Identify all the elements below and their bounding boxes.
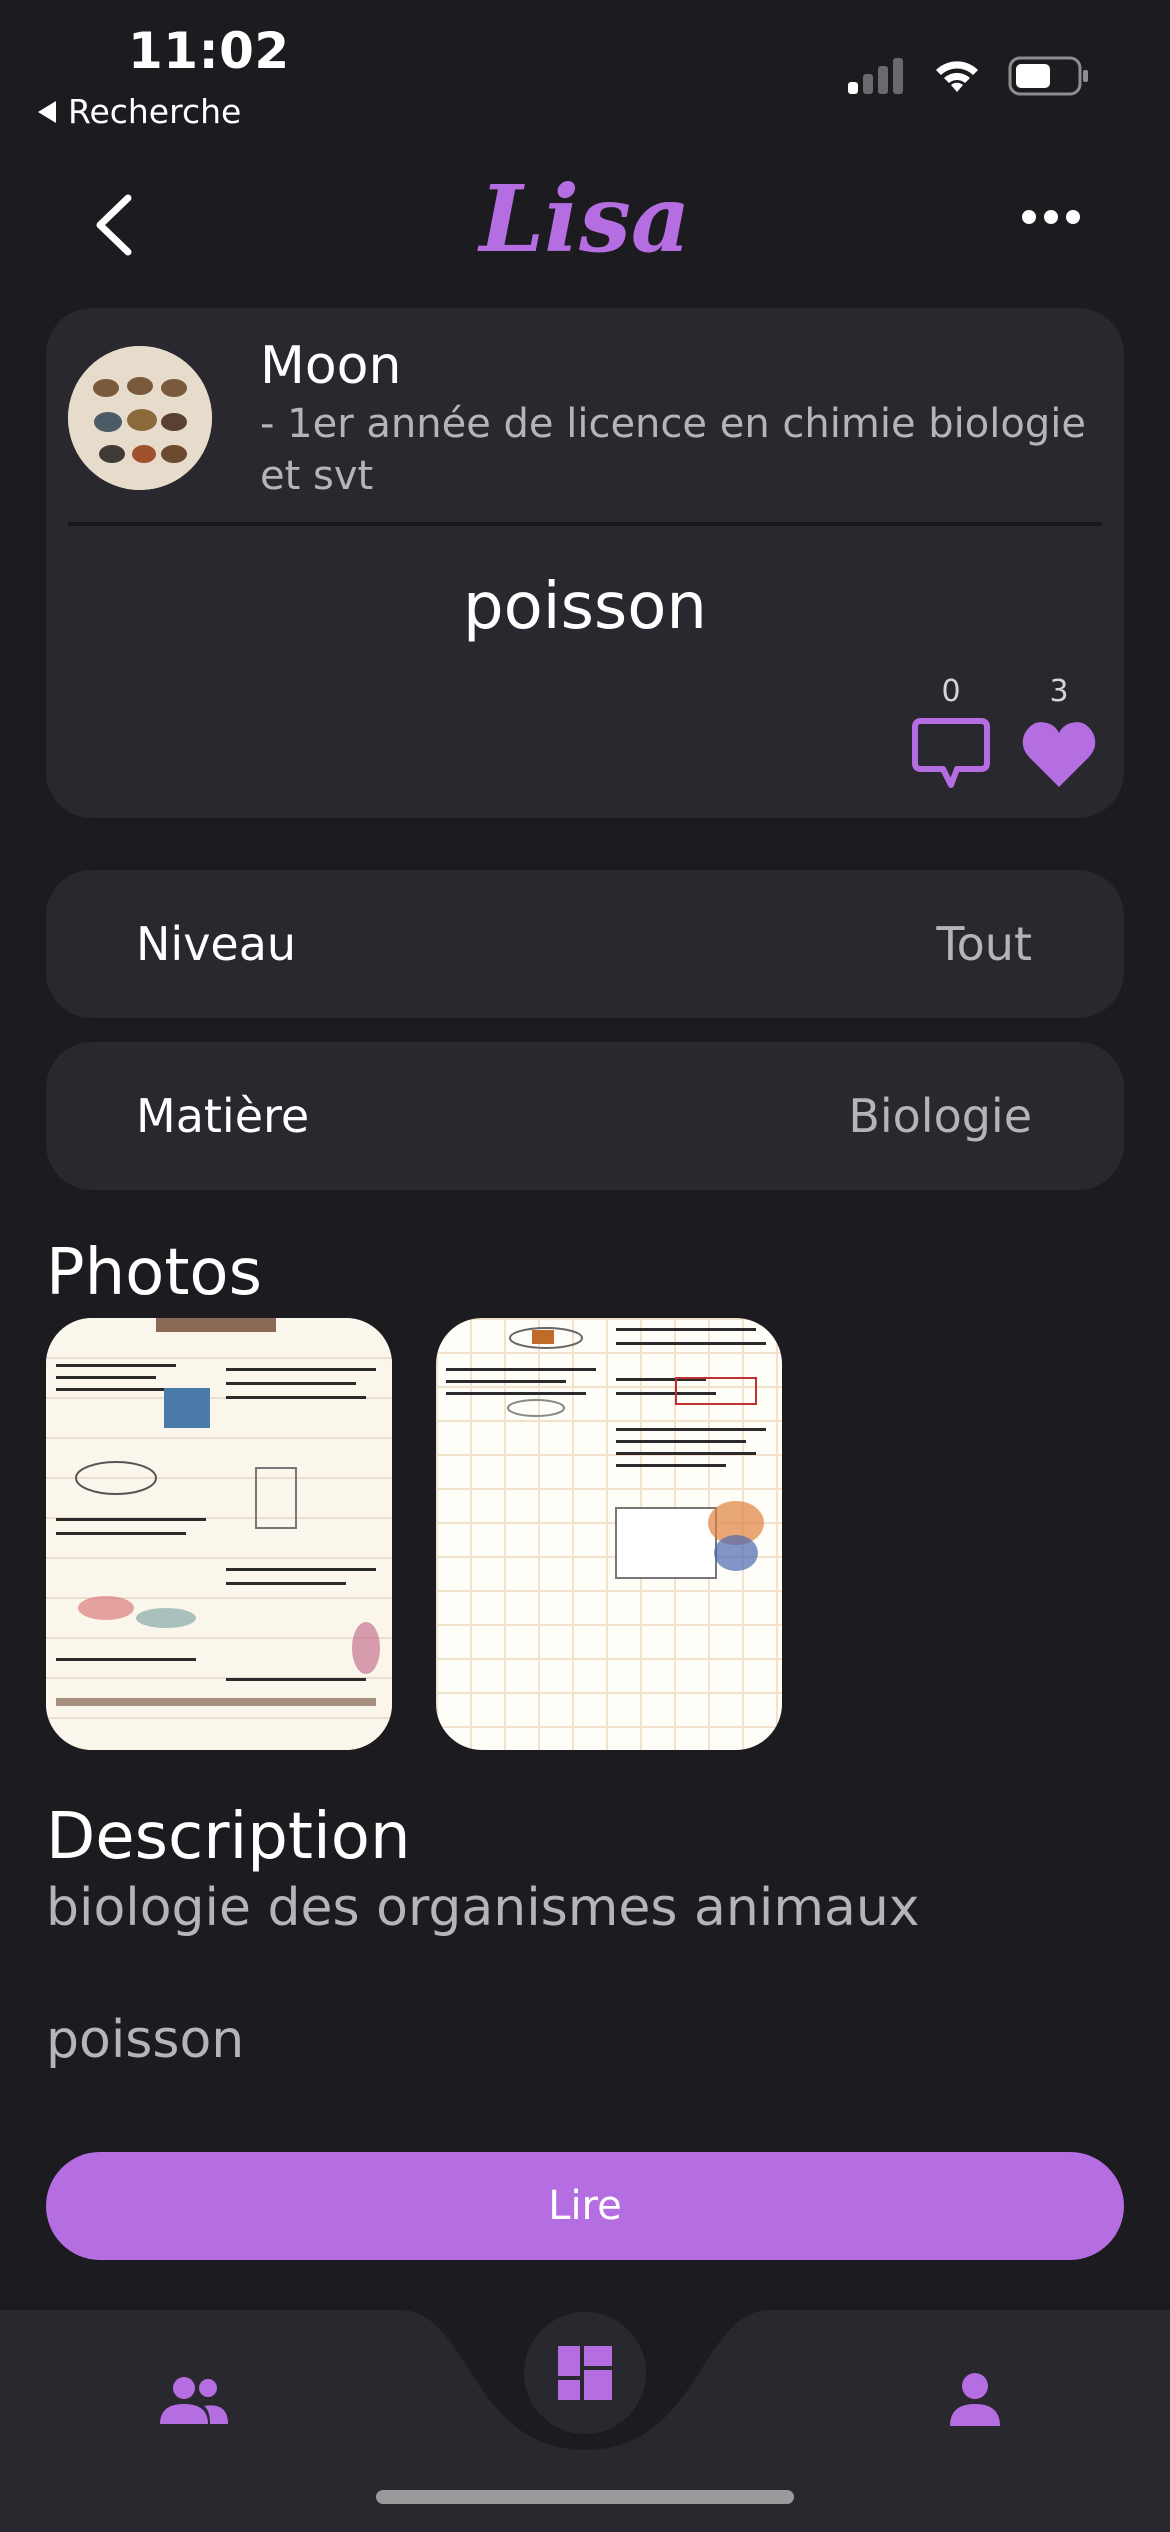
notes-photo-image — [46, 1318, 392, 1750]
status-time: 11:02 — [128, 22, 290, 80]
subject-row: Matière Biologie — [46, 1042, 1124, 1190]
description-heading: Description — [46, 1800, 411, 1874]
dashboard-icon — [558, 2346, 612, 2400]
battery-icon — [1008, 56, 1088, 96]
photos-heading: Photos — [46, 1236, 262, 1310]
more-horizontal-icon[interactable] — [1022, 210, 1080, 224]
home-indicator — [376, 2490, 794, 2504]
back-triangle-icon — [38, 100, 56, 123]
read-button[interactable]: Lire — [46, 2152, 1124, 2260]
tab-dashboard[interactable] — [524, 2312, 646, 2434]
likes-count: 3 — [1049, 674, 1069, 709]
subject-label: Matière — [136, 1089, 310, 1143]
dot — [1044, 210, 1058, 224]
note-detail-screen: 11:02 Recherche Lisa Moon - 1er année de… — [0, 0, 1170, 2532]
community-icon[interactable] — [158, 2376, 230, 2426]
subject-value: Biologie — [848, 1089, 1032, 1143]
avatar[interactable] — [68, 346, 212, 490]
description-extra: poisson — [46, 2010, 245, 2070]
divider — [68, 522, 1102, 526]
photo-thumbnail[interactable] — [436, 1318, 782, 1750]
status-icons — [848, 56, 1090, 96]
author-subtitle: - 1er année de licence en chimie biologi… — [260, 401, 1086, 499]
level-row: Niveau Tout — [46, 870, 1124, 1018]
back-to-app-label: Recherche — [68, 92, 242, 131]
wifi-icon — [936, 61, 978, 92]
note-header-card: Moon - 1er année de licence en chimie bi… — [46, 308, 1124, 818]
comment-icon — [912, 718, 990, 788]
app-title: Lisa — [479, 165, 691, 273]
description-text: biologie des organismes animaux — [46, 1878, 920, 1938]
author-name[interactable]: Moon — [260, 336, 401, 396]
cellular-signal-icon — [848, 58, 903, 94]
note-title: poisson — [463, 570, 707, 644]
comments-count: 0 — [941, 674, 961, 709]
notes-photo-image — [446, 1327, 766, 1579]
butterfly-avatar-image — [68, 346, 212, 490]
level-value: Tout — [936, 917, 1032, 971]
photo-thumbnail[interactable] — [46, 1318, 392, 1750]
profile-icon[interactable] — [946, 2370, 1004, 2428]
level-label: Niveau — [136, 917, 297, 971]
dot — [1022, 210, 1036, 224]
dot — [1066, 210, 1080, 224]
likes-button[interactable]: 3 — [1014, 674, 1104, 797]
back-to-app-link[interactable]: Recherche — [38, 92, 241, 131]
heart-icon — [1022, 722, 1096, 787]
comments-button[interactable]: 0 — [906, 674, 996, 797]
